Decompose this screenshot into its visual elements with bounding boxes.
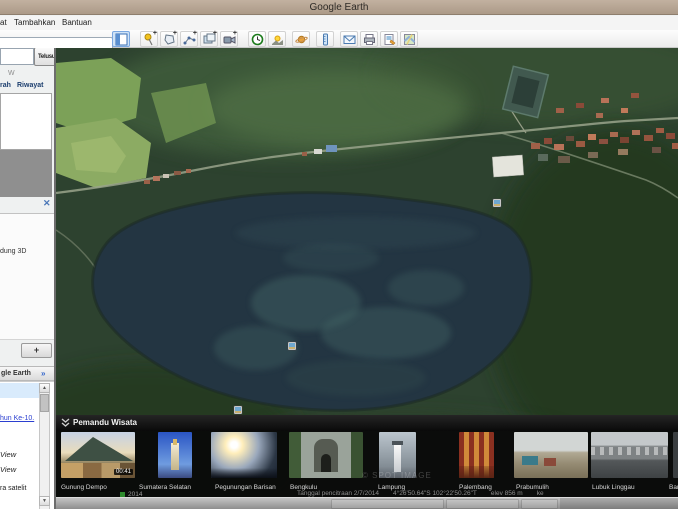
record-tour-button[interactable]: +: [220, 31, 238, 47]
tour-label: Ban: [669, 484, 678, 491]
tour-thumbnail-palembang[interactable]: [459, 432, 494, 478]
tour-guide-title: Pemandu Wisata: [73, 418, 137, 427]
view-in-google-maps-button[interactable]: [400, 31, 418, 47]
window-title: Google Earth: [310, 2, 369, 13]
sidebar-icon: [115, 33, 128, 46]
tour-thumbnail-lubuk-linggau[interactable]: [591, 432, 668, 478]
print-button[interactable]: [360, 31, 378, 47]
menu-item-tambahkan[interactable]: Tambahkan: [14, 18, 55, 27]
pointer-coordinates: 4°26'50.64"S 102°22'50.26"T: [393, 490, 477, 497]
explore-link-satellite-fragment[interactable]: ra satelit: [0, 485, 26, 492]
tour-label: Lubuk Linggau: [592, 484, 635, 491]
history-link[interactable]: Riwayat: [17, 82, 43, 89]
tour-thumbnail-sumatera-selatan[interactable]: [158, 432, 192, 478]
photo-icon: [234, 406, 242, 414]
historical-imagery-button[interactable]: [248, 31, 266, 47]
layers-panel: [0, 214, 56, 340]
taskbar-button[interactable]: [446, 499, 519, 509]
printer-icon: [363, 33, 376, 46]
tour-thumbnail-bengkulu[interactable]: [289, 432, 363, 478]
photo-icon: [288, 342, 296, 350]
sun-icon: [271, 33, 284, 46]
tour-label: Pegunungan Barisan: [215, 484, 276, 491]
explore-link-streetview2-fragment[interactable]: View: [0, 465, 16, 474]
explore-selected-row[interactable]: [0, 383, 39, 398]
tour-thumbnail-gunung-dempo[interactable]: 00:41: [61, 432, 135, 478]
status-bar: Tanggal pencitraan 2/7/2014 4°26'50.64"S…: [297, 490, 544, 497]
sidebar: Telusuri W rah Riwayat ✕ dung 3D + gle E…: [0, 48, 56, 509]
save-image-icon: [383, 33, 396, 46]
tour-thumbnail-pegunungan-barisan[interactable]: [211, 432, 277, 478]
scroll-down-icon[interactable]: ▼: [39, 496, 50, 506]
toggle-sidebar-button[interactable]: [112, 31, 130, 47]
duration-badge: 00:41: [114, 469, 133, 475]
search-results-list[interactable]: [0, 93, 52, 150]
tour-thumbnail-prabumulih[interactable]: [514, 432, 588, 478]
photo-icon: [493, 199, 501, 207]
scroll-up-icon[interactable]: ▲: [39, 383, 50, 393]
tour-label: Gunung Dempo: [61, 484, 107, 491]
tour-guide-header[interactable]: Pemandu Wisata: [56, 415, 678, 431]
tour-guide-panel: Pemandu Wisata 00:41 Gunung Dempo Sumate…: [56, 415, 678, 497]
add-placemark-button[interactable]: +: [140, 31, 158, 47]
toolbar: + + + + +: [0, 30, 678, 48]
menu-item-bantuan[interactable]: Bantuan: [62, 18, 92, 27]
layer-item-3d-buildings-fragment[interactable]: dung 3D: [0, 248, 26, 255]
collapse-chevrons-icon: [61, 418, 70, 428]
search-button[interactable]: Telusuri: [34, 48, 56, 66]
explore-link-anniversary-fragment[interactable]: hun Ke-10.: [0, 415, 34, 422]
switch-planet-button[interactable]: [292, 31, 310, 47]
taskbar-button[interactable]: [521, 499, 558, 509]
tour-thumbnail-partial[interactable]: [673, 432, 678, 478]
clock-icon: [251, 33, 264, 46]
taskbar-button[interactable]: [331, 499, 444, 509]
search-hint-fragment: W: [8, 70, 15, 77]
menu-item-lihat-fragment[interactable]: at: [0, 18, 7, 27]
windows-taskbar[interactable]: [56, 497, 678, 509]
sunlight-button[interactable]: [268, 31, 286, 47]
add-polygon-button[interactable]: +: [160, 31, 178, 47]
ruler-button[interactable]: [316, 31, 334, 47]
elevation: elev 856 m: [491, 490, 523, 497]
explore-link-streetview-fragment[interactable]: View: [0, 450, 16, 459]
get-directions-link-fragment[interactable]: rah: [0, 82, 11, 89]
add-image-overlay-button[interactable]: +: [200, 31, 218, 47]
spot-image-watermark: © SPOT IMAGE: [362, 471, 432, 480]
save-image-button[interactable]: [380, 31, 398, 47]
explore-banner-title-fragment: gle Earth: [1, 370, 31, 377]
imagery-date: Tanggal pencitraan 2/7/2014: [297, 490, 379, 497]
menu-bar: at Tambahkan Bantuan: [0, 16, 678, 30]
title-bar[interactable]: Google Earth: [0, 0, 678, 15]
explore-banner[interactable]: gle Earth »: [0, 366, 56, 381]
chevron-right-icon: »: [41, 369, 45, 378]
taskbar-tray: [560, 498, 678, 509]
email-button[interactable]: [340, 31, 358, 47]
search-input[interactable]: [0, 48, 34, 65]
eye-altitude-fragment: ke: [537, 490, 544, 497]
add-path-button[interactable]: +: [180, 31, 198, 47]
scrollbar-thumb[interactable]: [40, 394, 49, 412]
ruler-icon: [319, 33, 332, 46]
saturn-icon: [295, 33, 308, 46]
close-results-icon[interactable]: ✕: [43, 198, 51, 209]
tour-label: Sumatera Selatan: [139, 484, 191, 491]
google-maps-icon: [403, 33, 416, 46]
google-earth-window: Google Earth at Tambahkan Bantuan + +: [0, 0, 678, 509]
search-results-footer: [0, 150, 52, 197]
envelope-icon: [343, 33, 356, 46]
add-content-button[interactable]: +: [21, 343, 52, 358]
